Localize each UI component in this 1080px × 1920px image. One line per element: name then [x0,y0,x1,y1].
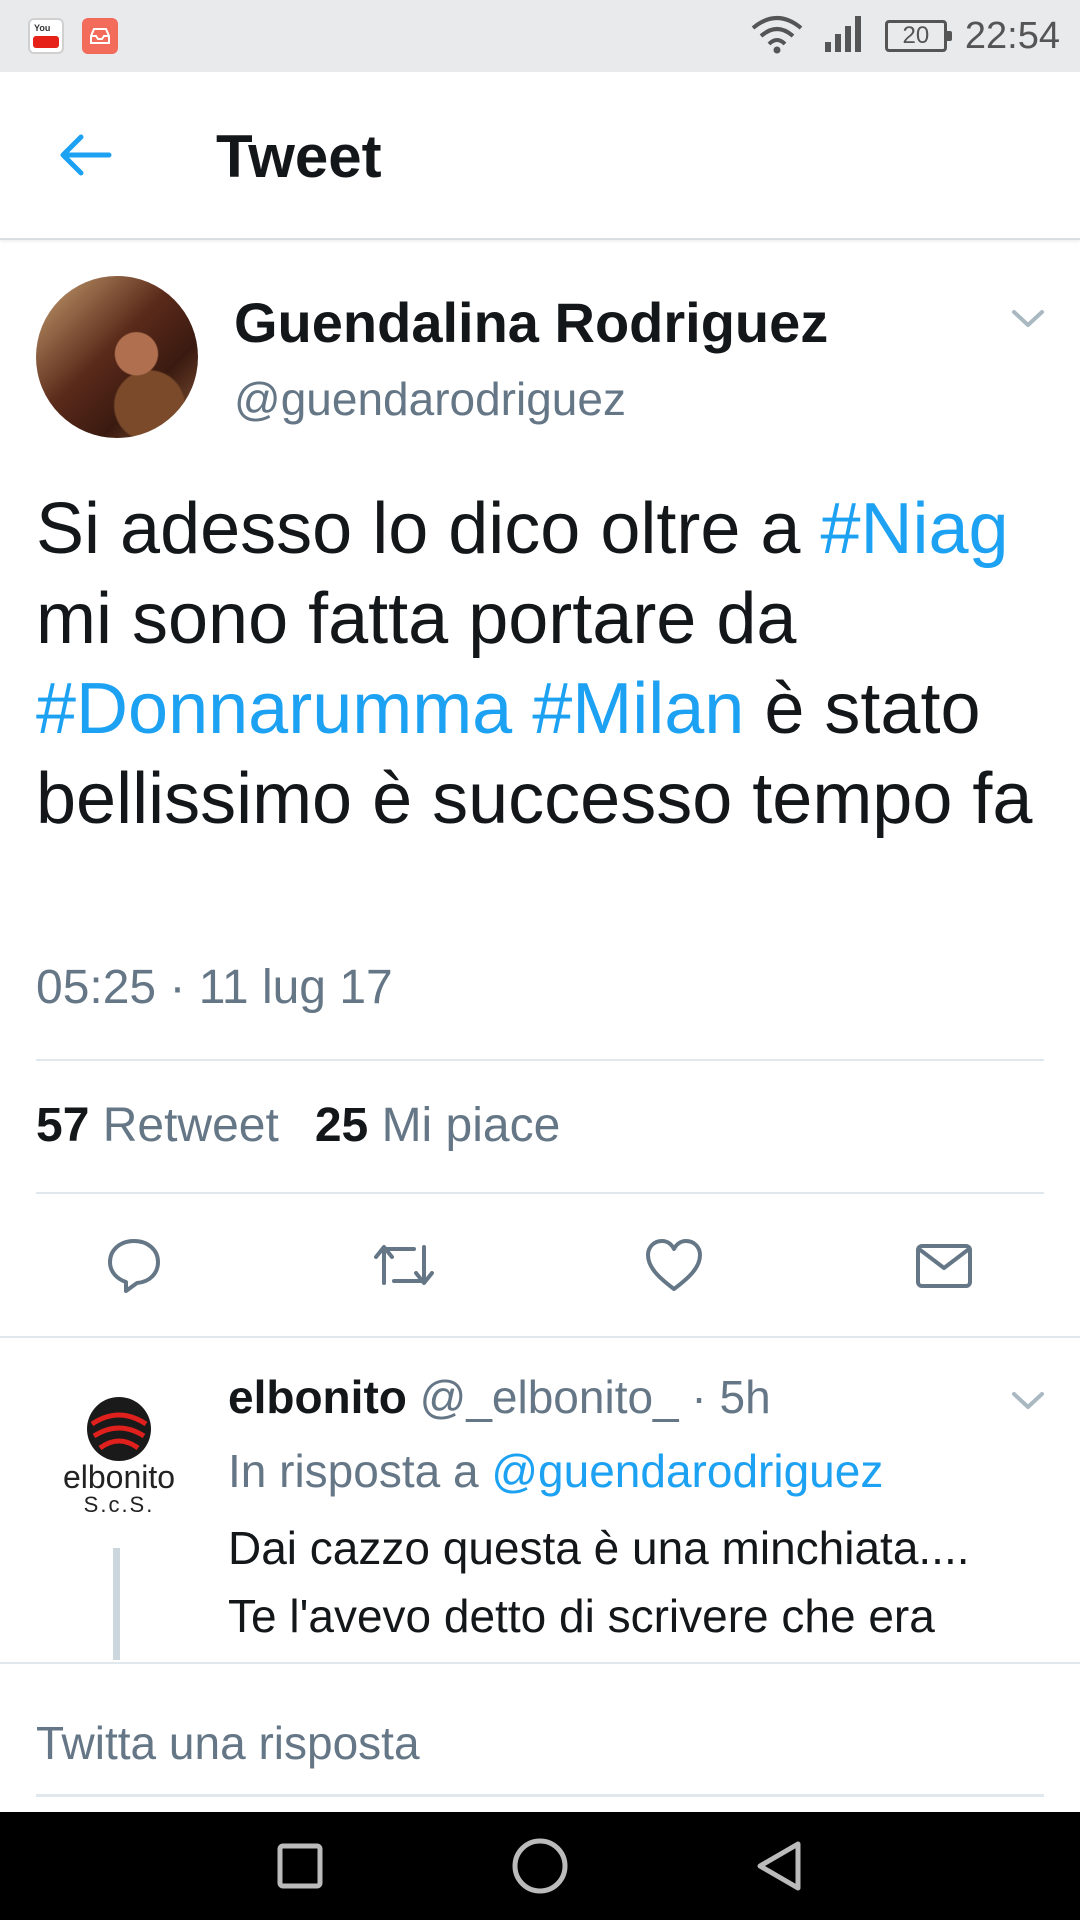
tweet-actions [0,1230,1080,1300]
tweet-timestamp: 05:25 · 11 lug 17 [36,961,393,1014]
status-bar: You 20 22:54 [0,0,1080,72]
app-header: Tweet [0,72,1080,240]
heart-icon[interactable] [638,1230,710,1300]
divider [36,1192,1044,1194]
inbox-icon [82,18,118,54]
reply-input[interactable]: Twitta una risposta [36,1716,420,1770]
like-stat[interactable]: 25 Mi piace [315,1098,560,1153]
clock: 22:54 [964,14,1060,57]
retweet-icon[interactable] [368,1230,440,1300]
logo-subtext: S.c.S. [83,1492,155,1517]
envelope-icon[interactable] [908,1230,980,1300]
reply-header: elbonito @_elbonito_ · 5h [228,1370,771,1424]
author-name[interactable]: Guendalina Rodriguez [234,290,828,355]
system-nav-bar [0,1812,1080,1920]
reply-icon[interactable] [98,1230,170,1300]
author-handle[interactable]: @guendarodriguez [234,372,626,426]
compose-bar: Twitta una risposta [0,1662,1080,1812]
battery-icon: 20 [884,20,952,52]
hashtag-link[interactable]: #Niag [820,489,1008,569]
input-underline [36,1794,1044,1797]
arrow-left-icon [57,133,113,182]
in-reply-to: In risposta a @guendarodriguez [228,1444,883,1498]
thread-line [113,1548,120,1660]
tweet-text-segment [512,669,532,749]
tweet-text-segment: Si adesso lo dico oltre a [36,489,821,569]
recents-button[interactable] [270,1836,330,1896]
back-button[interactable] [50,122,120,192]
like-label: Mi piace [381,1099,561,1152]
chevron-down-icon[interactable] [1008,1386,1048,1416]
logo-text: elbonito [62,1459,176,1495]
hashtag-link[interactable]: #Milan [532,669,744,749]
section-divider [0,1336,1080,1338]
retweet-stat[interactable]: 57 Retweet [36,1098,279,1153]
tweet-text-segment: mi sono fatta portare da [36,579,797,659]
wifi-icon [749,14,805,59]
in-reply-prefix: In risposta a [228,1445,492,1497]
reply-avatar[interactable]: elbonito S.c.S. [44,1380,194,1530]
home-button[interactable] [510,1836,570,1896]
chevron-down-icon[interactable] [1008,304,1048,334]
reply-text-line: Dai cazzo questa è una minchiata.... [228,1522,970,1574]
in-reply-handle-link[interactable]: @guendarodriguez [491,1445,883,1497]
signal-icon [823,14,867,59]
page-title: Tweet [216,123,382,190]
battery-level: 20 [902,22,930,49]
youtube-icon: You [28,18,64,54]
like-count: 25 [314,1099,369,1152]
divider [36,1059,1044,1061]
reply-author-handle[interactable]: @_elbonito_ · 5h [420,1371,771,1423]
retweet-count: 57 [36,1099,90,1152]
back-nav-button[interactable] [750,1836,810,1896]
tweet-text: Si adesso lo dico oltre a #Niag mi sono … [36,484,1046,844]
avatar[interactable] [36,276,198,438]
hashtag-link[interactable]: #Donnarumma [36,669,512,749]
elbonito-logo-icon [87,1397,151,1461]
reply-text-line: Te l'avevo detto di scrivere che era [228,1590,935,1642]
retweet-label: Retweet [102,1099,279,1152]
reply-author-name[interactable]: elbonito [228,1371,407,1423]
tweet-stats: 57 Retweet 25 Mi piace [36,1098,560,1153]
reply-text: Dai cazzo questa è una minchiata.... Te … [228,1514,1058,1650]
